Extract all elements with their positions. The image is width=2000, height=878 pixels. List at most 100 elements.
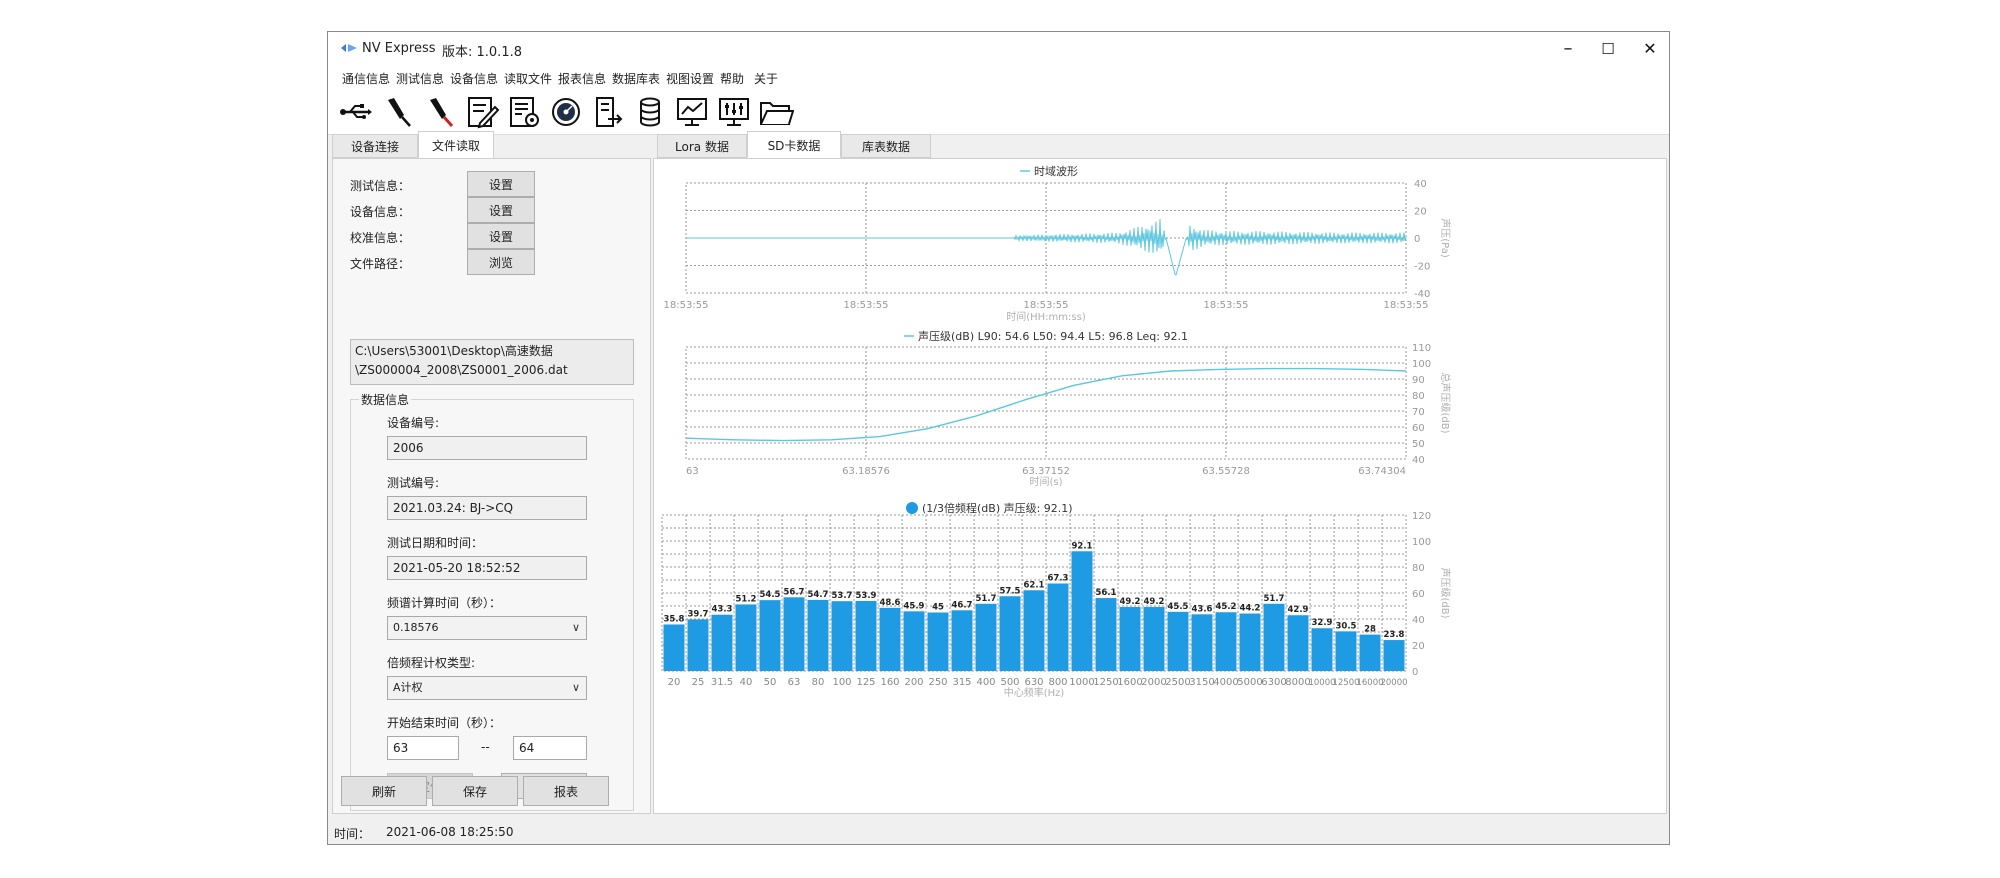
weighting-label: 倍频程计权类型:	[387, 656, 476, 670]
weighting-select[interactable]: A计权 ∨	[387, 676, 587, 700]
tab-device-connect[interactable]: 设备连接	[332, 134, 418, 158]
octave-bar	[999, 596, 1021, 671]
file-path-box[interactable]: C:\Users\53001\Desktop\高速数据 \ZS000004_20…	[350, 339, 634, 385]
calib-info-set-button[interactable]: 设置	[467, 223, 535, 249]
test-info-set-button[interactable]: 设置	[467, 171, 535, 197]
device-info-set-button[interactable]: 设置	[467, 197, 535, 223]
report-button[interactable]: 报表	[523, 776, 609, 806]
menu-test-info[interactable]: 测试信息	[396, 70, 444, 87]
monitor-settings-icon[interactable]	[716, 95, 752, 129]
tab-sd-card-data[interactable]: SD卡数据	[747, 131, 841, 158]
octave-x-tick: 5000	[1237, 677, 1262, 688]
menu-view-settings[interactable]: 视图设置	[666, 70, 714, 87]
browse-button[interactable]: 浏览	[467, 249, 535, 275]
data-info-group-title: 数据信息	[359, 391, 412, 408]
database-icon[interactable]	[632, 95, 668, 129]
octave-bar	[1167, 611, 1189, 671]
test-no-label: 测试编号:	[387, 476, 440, 490]
document-settings-icon[interactable]	[506, 95, 542, 129]
octave-bar-label: 56.1	[1096, 588, 1117, 598]
device-no-field[interactable]: 2006	[387, 436, 587, 460]
octave-y-tick: 20	[1412, 641, 1425, 652]
test-datetime-label: 测试日期和时间：	[387, 536, 484, 550]
maximize-button[interactable]: ☐	[1590, 36, 1626, 62]
tab-lora-data[interactable]: Lora 数据	[657, 134, 747, 158]
tab-file-read[interactable]: 文件读取	[418, 131, 494, 158]
spl-y-tick: 90	[1412, 375, 1425, 386]
spl-x-tick: 63	[686, 466, 699, 477]
spl-y-tick: 100	[1412, 359, 1431, 370]
octave-x-tick: 1600	[1117, 677, 1142, 688]
charts-area: 时域波形40200-20-4018:53:55 18:53:55 18:53:55 1…	[661, 165, 1452, 699]
octave-x-tick: 400	[976, 677, 995, 688]
spl-y-label: 总声压级(dB)	[1439, 372, 1452, 433]
export-document-icon[interactable]	[590, 95, 626, 129]
octave-y-tick: 0	[1412, 667, 1418, 678]
tab-db-table-data[interactable]: 库表数据	[841, 134, 931, 158]
menu-help[interactable]: 帮助	[720, 70, 744, 87]
minimize-button[interactable]: –	[1550, 36, 1586, 62]
test-datetime-field[interactable]: 2021-05-20 18:52:52	[387, 556, 587, 580]
waveform-y-tick: -40	[1414, 289, 1430, 300]
folder-icon[interactable]	[758, 95, 794, 129]
probe-red-icon[interactable]	[422, 95, 458, 129]
menu-comm-info[interactable]: 通信信息	[342, 70, 390, 87]
spl-legend: 声压级(dB) L90: 54.6 L50: 94.4 L5: 96.8 Leq…	[918, 329, 1188, 343]
title-bar: NV Express 版本: 1.0.1.8 – ☐ ✕	[328, 32, 1669, 66]
data-info-group: 数据信息 设备编号: 2006 测试编号: 2021.03.24: BJ->CQ…	[350, 391, 634, 811]
octave-x-tick: 10000	[1308, 678, 1335, 688]
octave-y-tick: 120	[1412, 511, 1431, 522]
octave-bar	[1215, 612, 1237, 671]
octave-bar-label: 32.9	[1312, 618, 1333, 628]
refresh-button[interactable]: 刷新	[341, 776, 427, 806]
octave-y-label: 声压级(dB)	[1439, 567, 1452, 618]
edit-document-icon[interactable]	[464, 95, 500, 129]
octave-bar-label: 57.5	[1000, 586, 1021, 596]
waveform-y-label: 声压(Pa)	[1439, 218, 1452, 258]
octave-bar-label: 54.7	[808, 590, 829, 600]
octave-x-label: 中心频率(Hz)	[1004, 686, 1065, 699]
test-info-label: 测试信息：	[350, 179, 411, 193]
waveform-y-tick: 0	[1414, 234, 1420, 245]
spl-y-tick: 80	[1412, 391, 1425, 402]
probe-icon[interactable]	[380, 95, 416, 129]
monitor-chart-icon[interactable]	[674, 95, 710, 129]
octave-x-tick: 800	[1048, 677, 1067, 688]
save-button[interactable]: 保存	[432, 776, 518, 806]
file-path-label: 文件路径：	[350, 257, 411, 271]
octave-bar-label: 28	[1364, 625, 1376, 635]
spl-y-tick: 50	[1412, 439, 1425, 450]
waveform-x-tick: 18:53:55	[664, 300, 709, 311]
menu-database-table[interactable]: 数据库表	[612, 70, 660, 87]
octave-x-tick: 20	[668, 677, 681, 688]
octave-bar-label: 56.7	[784, 587, 805, 597]
spectrum-time-select[interactable]: 0.18576 ∨	[387, 616, 587, 640]
test-no-field[interactable]: 2021.03.24: BJ->CQ	[387, 496, 587, 520]
octave-bar	[1047, 583, 1069, 671]
octave-x-tick: 12500	[1332, 678, 1359, 688]
close-button[interactable]: ✕	[1632, 36, 1668, 62]
menu-report-info[interactable]: 报表信息	[558, 70, 606, 87]
octave-x-tick: 31.5	[711, 677, 733, 688]
menu-device-info[interactable]: 设备信息	[450, 70, 498, 87]
octave-x-tick: 160	[880, 677, 899, 688]
octave-x-tick: 40	[740, 677, 753, 688]
octave-bar-label: 43.3	[712, 605, 733, 615]
octave-bar-label: 53.7	[832, 591, 853, 601]
end-time-field[interactable]: 64	[513, 736, 587, 760]
usb-icon[interactable]	[338, 95, 374, 129]
window-version: 版本: 1.0.1.8	[442, 45, 522, 60]
menu-bar: 通信信息 测试信息 设备信息 读取文件 报表信息 数据库表 视图设置 帮助 关于	[328, 66, 1669, 90]
octave-bar	[1287, 615, 1309, 671]
octave-bar	[1311, 628, 1333, 671]
octave-bar	[975, 603, 997, 671]
octave-bar-label: 39.7	[688, 609, 709, 619]
start-time-field[interactable]: 63	[387, 736, 459, 760]
octave-bar	[1023, 590, 1045, 671]
menu-about[interactable]: 关于	[754, 70, 778, 87]
device-info-label: 设备信息：	[350, 205, 411, 219]
octave-bar	[1095, 598, 1117, 671]
menu-read-file[interactable]: 读取文件	[504, 70, 552, 87]
start-end-label: 开始结束时间（秒）：	[387, 716, 502, 730]
record-disc-icon[interactable]	[548, 95, 584, 129]
